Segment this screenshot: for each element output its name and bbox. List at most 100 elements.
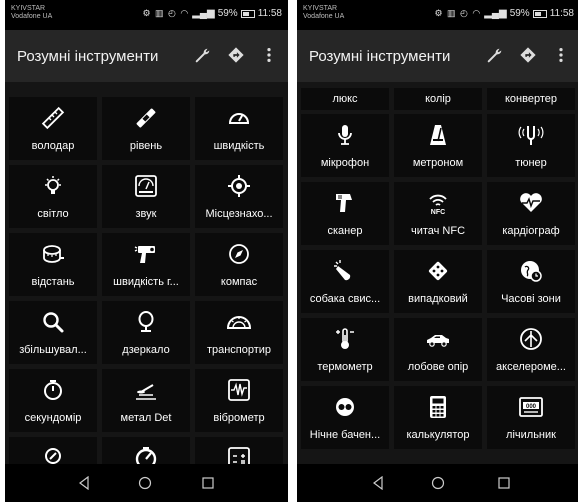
counter-icon: 000 <box>518 394 544 420</box>
directions-icon[interactable] <box>227 46 245 64</box>
svg-text:000: 000 <box>526 404 537 410</box>
mirror-icon <box>133 309 159 335</box>
tool-label: метроном <box>412 157 464 169</box>
tool-tile[interactable]: світло <box>9 165 97 228</box>
vibrometer-icon <box>226 377 252 403</box>
battery-percent: 59% <box>509 8 530 19</box>
tool-tile[interactable]: звук <box>102 165 190 228</box>
tool-tile[interactable]: віброметр <box>195 369 283 432</box>
tool-tile-lux[interactable]: люкс <box>301 88 389 110</box>
tool-tile[interactable]: відстань <box>9 233 97 296</box>
tape-measure-icon <box>40 241 66 267</box>
tool-label: читач NFC <box>410 225 466 237</box>
tool-tile[interactable]: сканер <box>301 182 389 245</box>
tool-label: відстань <box>31 276 75 288</box>
wrench-icon[interactable] <box>486 46 504 64</box>
tool-tile-converter[interactable]: конвертер <box>487 88 575 110</box>
tool-tile[interactable]: мікрофон <box>301 114 389 177</box>
magnifier-icon <box>40 309 66 335</box>
tool-tile[interactable]: акселероме... <box>487 318 575 381</box>
scanner-icon <box>332 190 358 216</box>
compass-icon <box>226 241 252 267</box>
lightbulb-icon <box>40 173 66 199</box>
tool-label: метал Det <box>120 412 172 424</box>
tool-tile[interactable]: тюнер <box>487 114 575 177</box>
status-right: ⚙ ▥ ◴ ◠ ▂▄▆ 59% 11:58 <box>142 8 282 19</box>
back-icon[interactable] <box>371 476 385 490</box>
night-vision-icon <box>332 394 358 420</box>
battery-percent: 59% <box>217 8 238 19</box>
status-icons: ⚙ ▥ ◴ ◠ <box>434 8 482 18</box>
tuner-icon <box>518 122 544 148</box>
tool-tile[interactable]: термометр <box>301 318 389 381</box>
tool-tile[interactable]: Часові зони <box>487 250 575 313</box>
tool-tile[interactable]: кардіограф <box>487 182 575 245</box>
status-right: ⚙ ▥ ◴ ◠ ▂▄▆ 59% 11:58 <box>434 8 574 19</box>
tool-label: кардіограф <box>502 225 560 237</box>
app-bar: Розумні інструменти <box>5 30 288 82</box>
tool-tile[interactable]: компас <box>195 233 283 296</box>
location-target-icon <box>226 173 252 199</box>
tool-tile[interactable]: збільшувал... <box>9 301 97 364</box>
sound-meter-icon <box>133 173 159 199</box>
back-icon[interactable] <box>77 476 91 490</box>
carrier-line2: Vodafone UA <box>11 13 53 20</box>
signal-icon: ▂▄▆ <box>192 8 215 19</box>
status-icons: ⚙ ▥ ◴ ◠ <box>142 8 190 18</box>
app-title: Розумні інструменти <box>309 48 451 65</box>
speed-gun-icon <box>133 241 159 267</box>
tool-label: компас <box>220 276 258 288</box>
tool-label: акселероме... <box>496 361 566 373</box>
tool-tile[interactable]: швидкість г... <box>102 233 190 296</box>
tool-label: збільшувал... <box>19 344 87 356</box>
tool-tile[interactable]: метроном <box>394 114 482 177</box>
tool-tile[interactable]: рівень <box>102 97 190 160</box>
ruler-icon <box>40 105 66 131</box>
tool-label: термометр <box>317 361 373 373</box>
tool-label: лобове опір <box>407 361 469 373</box>
tool-tile[interactable]: секундомір <box>9 369 97 432</box>
tool-label: швидкість <box>213 140 265 152</box>
carrier-info: KYIVSTAR Vodafone UA <box>303 5 344 21</box>
level-icon <box>133 105 159 131</box>
phone-screen-right: KYIVSTAR Vodafone UA ⚙ ▥ ◴ ◠ ▂▄▆ 59% 11:… <box>297 0 578 502</box>
nav-bar <box>297 464 578 502</box>
tool-tile[interactable]: собака свис... <box>301 250 389 313</box>
home-icon[interactable] <box>431 476 445 490</box>
tool-tile[interactable]: володар <box>9 97 97 160</box>
tool-tile[interactable]: 000 лічильник <box>487 386 575 449</box>
tool-tile[interactable]: дзеркало <box>102 301 190 364</box>
accelerometer-icon <box>518 326 544 352</box>
home-icon[interactable] <box>138 476 152 490</box>
svg-text:NFC: NFC <box>431 209 445 216</box>
nfc-icon: NFC <box>425 190 451 216</box>
tool-tile[interactable]: NFC читач NFC <box>394 182 482 245</box>
tool-tile[interactable]: метал Det <box>102 369 190 432</box>
tool-tile[interactable]: швидкість <box>195 97 283 160</box>
signal-icon: ▂▄▆ <box>484 8 507 19</box>
tools-grid: володар рівень швидкість світло звук Міс… <box>9 97 284 500</box>
tool-label: світло <box>37 208 69 220</box>
wrench-icon[interactable] <box>194 46 212 64</box>
nav-bar <box>5 464 288 502</box>
recent-apps-icon[interactable] <box>201 476 215 490</box>
carrier-line1: KYIVSTAR <box>303 5 338 12</box>
tool-tile[interactable]: Місцезнахо... <box>195 165 283 228</box>
tool-label: володар <box>31 140 75 152</box>
status-bar: KYIVSTAR Vodafone UA ⚙ ▥ ◴ ◠ ▂▄▆ 59% 11:… <box>297 0 578 30</box>
time-zones-icon <box>518 258 544 284</box>
battery-icon <box>240 9 255 18</box>
tool-tile[interactable]: лобове опір <box>394 318 482 381</box>
tool-tile-color[interactable]: колір <box>394 88 482 110</box>
recent-apps-icon[interactable] <box>497 476 511 490</box>
tool-label: калькулятор <box>406 429 470 441</box>
directions-icon[interactable] <box>519 46 537 64</box>
tools-grid: мікрофон метроном тюнер сканер NFC читач… <box>301 114 576 449</box>
tool-tile[interactable]: випадковий <box>394 250 482 313</box>
more-vert-icon[interactable] <box>552 46 570 64</box>
more-vert-icon[interactable] <box>260 46 278 64</box>
tool-tile[interactable]: калькулятор <box>394 386 482 449</box>
tool-tile[interactable]: транспортир <box>195 301 283 364</box>
tool-tile[interactable]: Нічне бачен... <box>301 386 389 449</box>
tool-label: дзеркало <box>122 344 170 356</box>
